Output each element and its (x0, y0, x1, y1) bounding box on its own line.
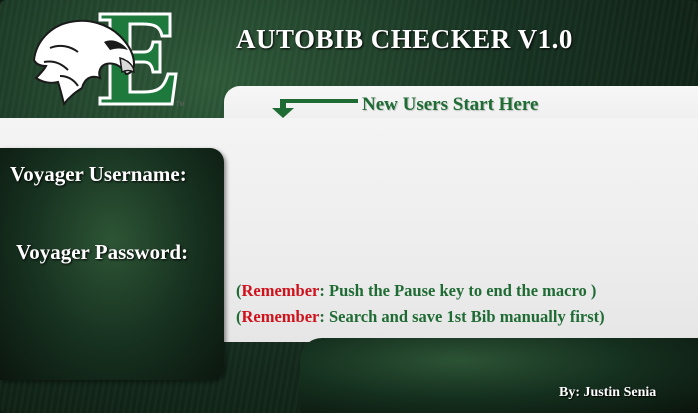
trademark-mark: TM (176, 102, 185, 108)
reminder-text: : Push the Pause key to end the macro ) (319, 281, 597, 300)
reminder-keyword: Remember (241, 281, 320, 300)
new-users-link[interactable]: New Users Start Here (362, 94, 538, 116)
eagle-logo: TM (32, 12, 185, 108)
password-label: Voyager Password: (16, 240, 189, 264)
new-users-link-row[interactable]: New Users Start Here (270, 94, 600, 118)
reminder-keyword: Remember (241, 307, 320, 326)
reminder-save-bib: (Remember: Search and save 1st Bib manua… (236, 307, 605, 327)
password-input[interactable] (228, 238, 672, 270)
author-credit: By: Justin Senia (559, 385, 657, 400)
username-label: Voyager Username: (10, 162, 187, 186)
username-input[interactable] (228, 160, 672, 192)
arrow-down-left-icon (272, 99, 358, 118)
reminder-text: : Search and save 1st Bib manually first… (319, 307, 605, 326)
footer-panel (300, 338, 698, 413)
app-title: AUTOBIB CHECKER V1.0 (236, 24, 573, 54)
reminder-pause-key: (Remember: Push the Pause key to end the… (236, 281, 596, 301)
